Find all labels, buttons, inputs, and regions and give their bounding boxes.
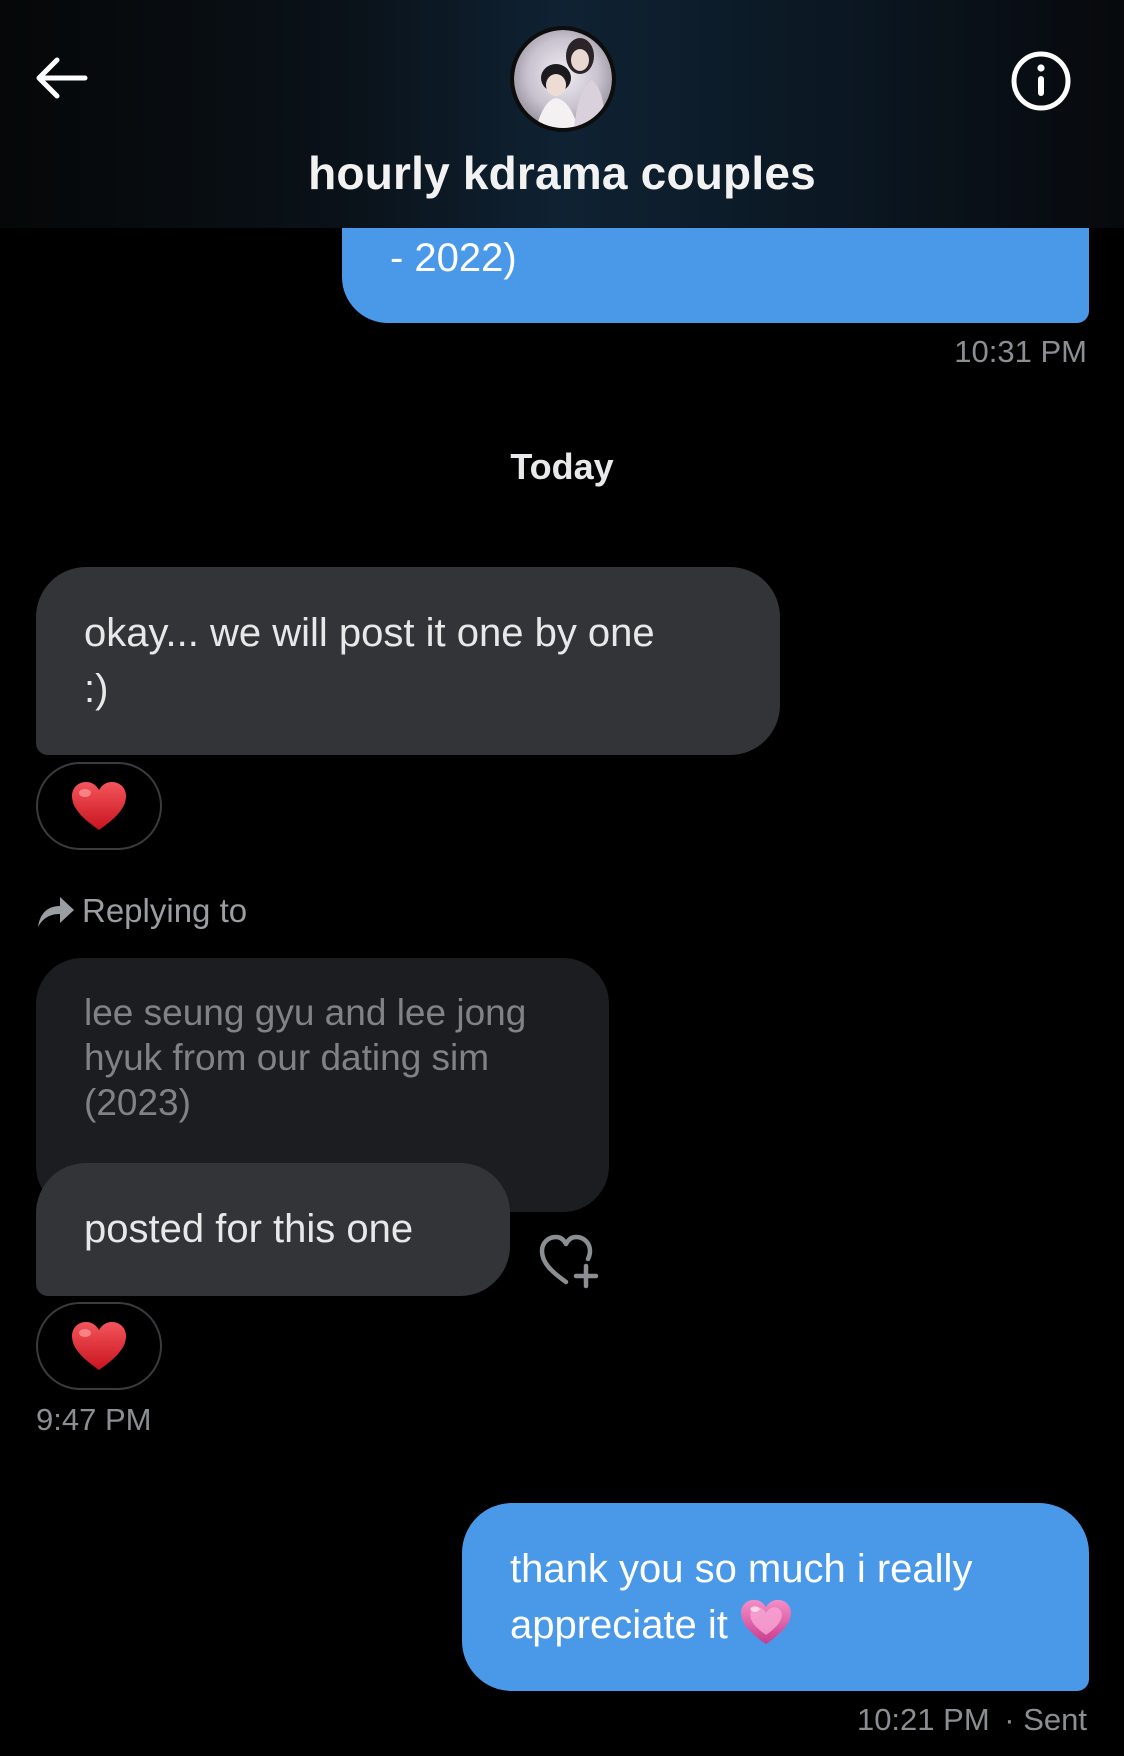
reply-arrow-icon (38, 897, 74, 927)
incoming-message-bubble[interactable]: okay... we will post it one by one :) (36, 567, 780, 755)
back-button[interactable] (28, 50, 94, 106)
replying-to-label: Replying to (36, 892, 247, 930)
message-timestamp: 10:21 PM (856, 1702, 990, 1737)
message-text: okay... we will post it one by one :) (84, 611, 655, 711)
arrow-left-icon (36, 57, 88, 99)
message-text: posted for this one (84, 1207, 414, 1251)
info-icon (1011, 51, 1071, 111)
message-timestamp: 10:31 PM (954, 334, 1087, 369)
dm-conversation-screen: hourly kdrama couples - 2022) 10:31 PM T… (0, 0, 1124, 1756)
message-text: thank you so much i really appreciate it (510, 1547, 973, 1647)
heart-reaction[interactable] (36, 1302, 162, 1390)
reply-message-bubble[interactable]: posted for this one (36, 1163, 510, 1296)
quoted-text: lee seung gyu and lee jong hyuk from our… (84, 992, 527, 1123)
pink-heart-icon (741, 1599, 791, 1645)
replying-to-text: Replying to (82, 892, 248, 929)
conversation-header: hourly kdrama couples (0, 0, 1124, 228)
outgoing-message-bubble[interactable]: thank you so much i really appreciate it (462, 1503, 1089, 1691)
avatar-image (514, 30, 612, 128)
conversation-title[interactable]: hourly kdrama couples (0, 146, 1124, 200)
message-text: - 2022) (390, 236, 517, 280)
add-reaction-button[interactable] (536, 1230, 606, 1290)
message-status-line: 10:21 PM · Sent (857, 1702, 1087, 1738)
avatar[interactable] (510, 26, 616, 132)
red-heart-icon (72, 1322, 126, 1370)
heart-reaction[interactable] (36, 762, 162, 850)
info-button[interactable] (1010, 50, 1072, 112)
message-timestamp: 9:47 PM (36, 1402, 152, 1437)
red-heart-icon (72, 782, 126, 830)
sent-status: · Sent (1004, 1702, 1087, 1737)
day-separator: Today (510, 446, 614, 487)
heart-plus-icon (539, 1234, 599, 1289)
